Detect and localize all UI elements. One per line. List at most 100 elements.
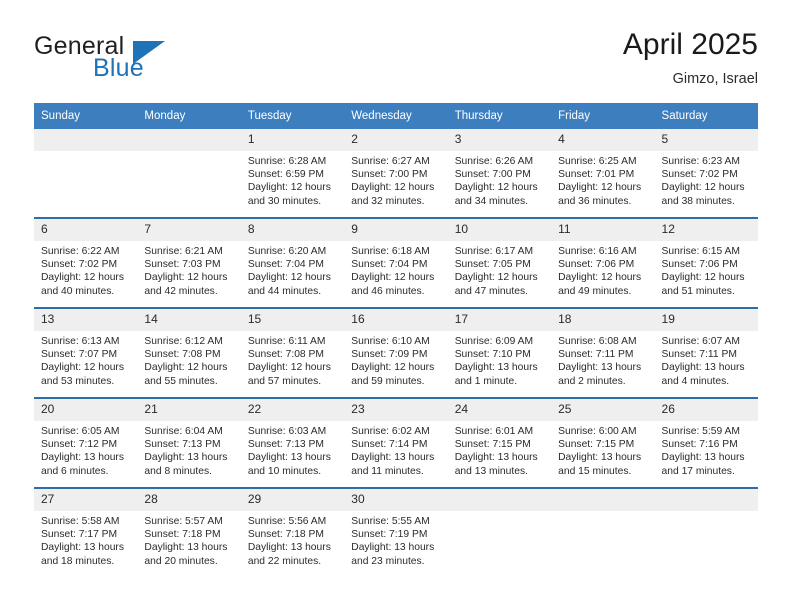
daylight-text: Daylight: 13 hours and 22 minutes.	[247, 542, 331, 567]
calendar-day-cell[interactable]: 5 Sunrise: 6:23 AM Sunset: 7:02 PM Daylight…	[654, 129, 758, 218]
day-details: Sunrise: 5:59 AM Sunset: 7:16 PM Daylight:…	[655, 421, 758, 478]
daylight-text: Daylight: 13 hours and 6 minutes.	[41, 452, 124, 477]
day-number: 26	[654, 399, 758, 421]
weekday-header-friday: Friday	[551, 103, 655, 129]
calendar-week-row: 6 Sunrise: 6:22 AM Sunset: 7:02 PM Daylight…	[34, 217, 758, 308]
day-details: Sunrise: 6:15 AM Sunset: 7:06 PM Daylight:…	[655, 241, 758, 298]
calendar-week-row: 13 Sunrise: 6:13 AM Sunset: 7:07 PM Dayligh…	[34, 307, 758, 398]
sunrise-text: Sunrise: 5:59 AM	[661, 426, 740, 437]
sunset-text: Sunset: 7:05 PM	[454, 259, 531, 271]
day-number: 4	[551, 129, 655, 151]
sunset-text: Sunset: 7:04 PM	[247, 259, 324, 271]
day-number: 28	[137, 489, 241, 511]
calendar-day-cell[interactable]: 11 Sunrise: 6:16 AM Sunset: 7:06 PM Dayligh…	[551, 217, 655, 308]
calendar-day-cell[interactable]: 24 Sunrise: 6:01 AM Sunset: 7:15 PM Dayligh…	[447, 397, 552, 488]
calendar-day-cell[interactable]: 23 Sunrise: 6:02 AM Sunset: 7:14 PM Dayligh…	[344, 397, 448, 488]
calendar-day-cell[interactable]: 20 Sunrise: 6:05 AM Sunset: 7:12 PM Dayligh…	[34, 397, 138, 488]
sunrise-text: Sunrise: 6:21 AM	[144, 246, 223, 257]
calendar-day-cell[interactable]: 10 Sunrise: 6:17 AM Sunset: 7:05 PM Dayligh…	[447, 217, 552, 308]
calendar-day-cell[interactable]: 27 Sunrise: 5:58 AM Sunset: 7:17 PM Dayligh…	[34, 487, 138, 577]
calendar-day-cell[interactable]: 2 Sunrise: 6:27 AM Sunset: 7:00 PM Daylight…	[344, 129, 448, 218]
daylight-text: Daylight: 12 hours and 51 minutes.	[661, 272, 745, 297]
page-title: April 2025	[622, 28, 758, 61]
day-details: Sunrise: 6:27 AM Sunset: 7:00 PM Daylight:…	[344, 151, 447, 208]
day-details: Sunrise: 5:58 AM Sunset: 7:17 PM Daylight:…	[34, 511, 137, 568]
calendar-day-cell[interactable]: 4 Sunrise: 6:25 AM Sunset: 7:01 PM Daylight…	[551, 129, 655, 218]
sunrise-text: Sunrise: 6:17 AM	[454, 246, 534, 257]
calendar-day-cell[interactable]: 29 Sunrise: 5:56 AM Sunset: 7:18 PM Dayligh…	[240, 487, 345, 577]
daylight-text: Daylight: 12 hours and 40 minutes.	[41, 272, 124, 297]
sunset-text: Sunset: 6:59 PM	[247, 169, 324, 181]
day-number: 12	[654, 219, 758, 241]
calendar-day-cell[interactable]: 7 Sunrise: 6:21 AM Sunset: 7:03 PM Daylight…	[137, 217, 241, 308]
daylight-text: Daylight: 12 hours and 59 minutes.	[351, 362, 435, 387]
daylight-text: Daylight: 13 hours and 17 minutes.	[661, 452, 745, 477]
sunset-text: Sunset: 7:09 PM	[351, 349, 428, 361]
calendar-day-cell[interactable]: 13 Sunrise: 6:13 AM Sunset: 7:07 PM Dayligh…	[34, 307, 138, 398]
calendar-day-cell[interactable]: 26 Sunrise: 5:59 AM Sunset: 7:16 PM Dayligh…	[654, 397, 758, 488]
calendar-day-cell[interactable]: 8 Sunrise: 6:20 AM Sunset: 7:04 PM Daylight…	[240, 217, 345, 308]
weekday-header-thursday: Thursday	[447, 103, 552, 129]
daylight-text: Daylight: 12 hours and 38 minutes.	[661, 182, 745, 207]
day-number	[447, 489, 552, 511]
day-number	[137, 129, 241, 151]
calendar-day-cell[interactable]: 15 Sunrise: 6:11 AM Sunset: 7:08 PM Dayligh…	[240, 307, 345, 398]
sunrise-text: Sunrise: 6:03 AM	[247, 426, 327, 437]
day-details: Sunrise: 6:01 AM Sunset: 7:15 PM Daylight:…	[448, 421, 551, 478]
sunrise-text: Sunrise: 6:02 AM	[351, 426, 430, 437]
calendar-day-cell[interactable]: 3 Sunrise: 6:26 AM Sunset: 7:00 PM Daylight…	[447, 129, 552, 218]
daylight-text: Daylight: 12 hours and 49 minutes.	[558, 272, 642, 297]
calendar-day-cell[interactable]: 22 Sunrise: 6:03 AM Sunset: 7:13 PM Dayligh…	[240, 397, 345, 488]
sunset-text: Sunset: 7:12 PM	[41, 439, 118, 451]
sunrise-text: Sunrise: 6:12 AM	[144, 336, 223, 347]
calendar-day-cell[interactable]: 21 Sunrise: 6:04 AM Sunset: 7:13 PM Dayligh…	[137, 397, 241, 488]
day-number: 3	[447, 129, 552, 151]
day-number: 2	[344, 129, 448, 151]
day-details: Sunrise: 6:13 AM Sunset: 7:07 PM Daylight:…	[34, 331, 137, 388]
sunset-text: Sunset: 7:00 PM	[351, 169, 428, 181]
day-number: 11	[551, 219, 655, 241]
calendar-day-cell[interactable]: 17 Sunrise: 6:09 AM Sunset: 7:10 PM Dayligh…	[447, 307, 552, 398]
sunset-text: Sunset: 7:02 PM	[41, 259, 118, 271]
day-details: Sunrise: 6:28 AM Sunset: 6:59 PM Daylight:…	[241, 151, 344, 208]
sunset-text: Sunset: 7:08 PM	[144, 349, 221, 361]
day-number: 20	[34, 399, 138, 421]
calendar-day-cell[interactable]: 18 Sunrise: 6:08 AM Sunset: 7:11 PM Dayligh…	[551, 307, 655, 398]
sunrise-text: Sunrise: 6:26 AM	[454, 156, 534, 167]
calendar-day-cell[interactable]: 6 Sunrise: 6:22 AM Sunset: 7:02 PM Daylight…	[34, 217, 138, 308]
sunset-text: Sunset: 7:00 PM	[454, 169, 531, 181]
day-details: Sunrise: 6:11 AM Sunset: 7:08 PM Daylight:…	[241, 331, 344, 388]
weekday-header-saturday: Saturday	[654, 103, 758, 129]
calendar-week-row: 1 Sunrise: 6:28 AM Sunset: 6:59 PM Daylight…	[34, 129, 758, 218]
calendar-day-cell[interactable]: 12 Sunrise: 6:15 AM Sunset: 7:06 PM Dayligh…	[654, 217, 758, 308]
day-details: Sunrise: 5:56 AM Sunset: 7:18 PM Daylight:…	[241, 511, 344, 568]
day-details: Sunrise: 6:09 AM Sunset: 7:10 PM Daylight:…	[448, 331, 551, 388]
sunrise-text: Sunrise: 6:25 AM	[558, 156, 637, 167]
logo-text-blue: Blue	[93, 54, 144, 82]
day-number: 25	[551, 399, 655, 421]
daylight-text: Daylight: 13 hours and 4 minutes.	[661, 362, 745, 387]
sunrise-text: Sunrise: 5:58 AM	[41, 516, 120, 527]
calendar-day-cell[interactable]: 1 Sunrise: 6:28 AM Sunset: 6:59 PM Daylight…	[240, 129, 345, 218]
day-details: Sunrise: 6:16 AM Sunset: 7:06 PM Daylight:…	[551, 241, 654, 298]
calendar-day-cell[interactable]: 19 Sunrise: 6:07 AM Sunset: 7:11 PM Dayligh…	[654, 307, 758, 398]
sunrise-text: Sunrise: 5:55 AM	[351, 516, 430, 527]
daylight-text: Daylight: 12 hours and 53 minutes.	[41, 362, 124, 387]
calendar-day-cell-empty	[654, 487, 758, 577]
sunrise-text: Sunrise: 6:13 AM	[41, 336, 120, 347]
calendar-day-cell[interactable]: 9 Sunrise: 6:18 AM Sunset: 7:04 PM Daylight…	[344, 217, 448, 308]
day-number: 5	[654, 129, 758, 151]
calendar-day-cell[interactable]: 14 Sunrise: 6:12 AM Sunset: 7:08 PM Dayligh…	[137, 307, 241, 398]
calendar-day-cell[interactable]: 28 Sunrise: 5:57 AM Sunset: 7:18 PM Dayligh…	[137, 487, 241, 577]
day-details: Sunrise: 6:12 AM Sunset: 7:08 PM Daylight:…	[137, 331, 240, 388]
daylight-text: Daylight: 13 hours and 15 minutes.	[558, 452, 642, 477]
calendar-day-cell[interactable]: 25 Sunrise: 6:00 AM Sunset: 7:15 PM Dayligh…	[551, 397, 655, 488]
sunset-text: Sunset: 7:10 PM	[454, 349, 531, 361]
sunrise-text: Sunrise: 6:04 AM	[144, 426, 223, 437]
calendar-day-cell[interactable]: 16 Sunrise: 6:10 AM Sunset: 7:09 PM Dayligh…	[344, 307, 448, 398]
calendar-day-cell[interactable]: 30 Sunrise: 5:55 AM Sunset: 7:19 PM Dayligh…	[344, 487, 448, 577]
sunset-text: Sunset: 7:11 PM	[661, 349, 737, 361]
sunset-text: Sunset: 7:01 PM	[558, 169, 635, 181]
day-number	[654, 489, 758, 511]
sunset-text: Sunset: 7:03 PM	[144, 259, 221, 271]
